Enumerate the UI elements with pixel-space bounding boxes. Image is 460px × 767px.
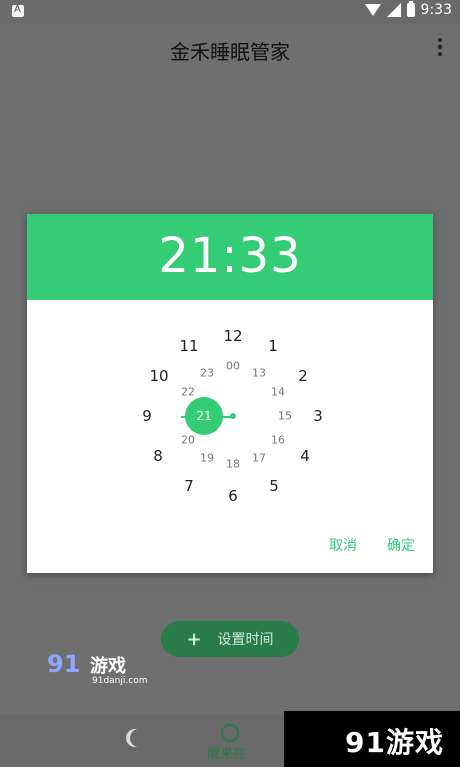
hour-13[interactable]: 13 (252, 367, 266, 380)
hour-16[interactable]: 16 (271, 434, 285, 447)
hour-5[interactable]: 5 (269, 477, 279, 495)
hour-2[interactable]: 2 (298, 367, 308, 385)
alarm-icon[interactable] (221, 724, 239, 742)
hour-15[interactable]: 15 (278, 410, 292, 423)
hour-20[interactable]: 20 (181, 434, 195, 447)
hour-17[interactable]: 17 (252, 452, 266, 465)
android-icon (12, 4, 24, 17)
plus-icon: + (186, 628, 202, 650)
nav-wake-label[interactable]: 醒来在 (207, 743, 246, 762)
clock-center-dot (230, 413, 236, 419)
battery-icon (406, 1, 415, 17)
hour-10[interactable]: 10 (149, 367, 168, 385)
watermark-text-left: 游戏 (90, 656, 126, 677)
dialog-header: 21:33 (27, 214, 433, 300)
cancel-button[interactable]: 取消 (329, 535, 357, 555)
hour-19[interactable]: 19 (200, 452, 214, 465)
hour-23[interactable]: 23 (200, 367, 214, 380)
hour-9[interactable]: 9 (142, 407, 152, 425)
app-bar: 金禾睡眠管家 (0, 24, 460, 76)
set-time-button[interactable]: + 设置时间 (161, 621, 299, 657)
status-bar: 9:33 (0, 0, 460, 24)
signal-icon (386, 3, 401, 17)
watermark-url: 91danji.com (92, 676, 148, 686)
time-picker-dialog: 21:33 12 1 2 3 4 5 6 7 8 9 10 11 00 13 1… (27, 214, 433, 573)
ok-button[interactable]: 确定 (387, 535, 415, 555)
clock-face[interactable]: 12 1 2 3 4 5 6 7 8 9 10 11 00 13 14 15 1… (123, 318, 343, 538)
more-vert-icon[interactable] (438, 38, 442, 56)
hour-14[interactable]: 14 (271, 386, 285, 399)
hour-18[interactable]: 18 (226, 458, 240, 471)
watermark-box: 91游戏 (284, 711, 460, 767)
hour-00[interactable]: 00 (226, 360, 240, 373)
status-icons: 9:33 (364, 1, 452, 18)
selected-hour[interactable]: 21 (185, 397, 223, 435)
hour-12[interactable]: 12 (223, 327, 242, 345)
hour-11[interactable]: 11 (179, 337, 198, 355)
hour-1[interactable]: 1 (268, 337, 278, 355)
dialog-actions: 取消 确定 (329, 535, 415, 555)
hour-3[interactable]: 3 (313, 407, 323, 425)
status-time: 9:33 (420, 2, 452, 18)
selected-time[interactable]: 21:33 (27, 228, 433, 284)
hour-8[interactable]: 8 (153, 447, 163, 465)
hour-7[interactable]: 7 (184, 477, 194, 495)
hour-6[interactable]: 6 (228, 487, 238, 505)
hour-4[interactable]: 4 (300, 447, 310, 465)
moon-icon[interactable] (126, 729, 144, 747)
watermark-logo: 91 (47, 650, 81, 678)
wifi-icon (364, 4, 381, 16)
app-title: 金禾睡眠管家 (170, 40, 290, 64)
hour-22[interactable]: 22 (181, 386, 195, 399)
watermark-text-right: 91游戏 (345, 726, 444, 759)
set-time-label: 设置时间 (217, 632, 274, 648)
